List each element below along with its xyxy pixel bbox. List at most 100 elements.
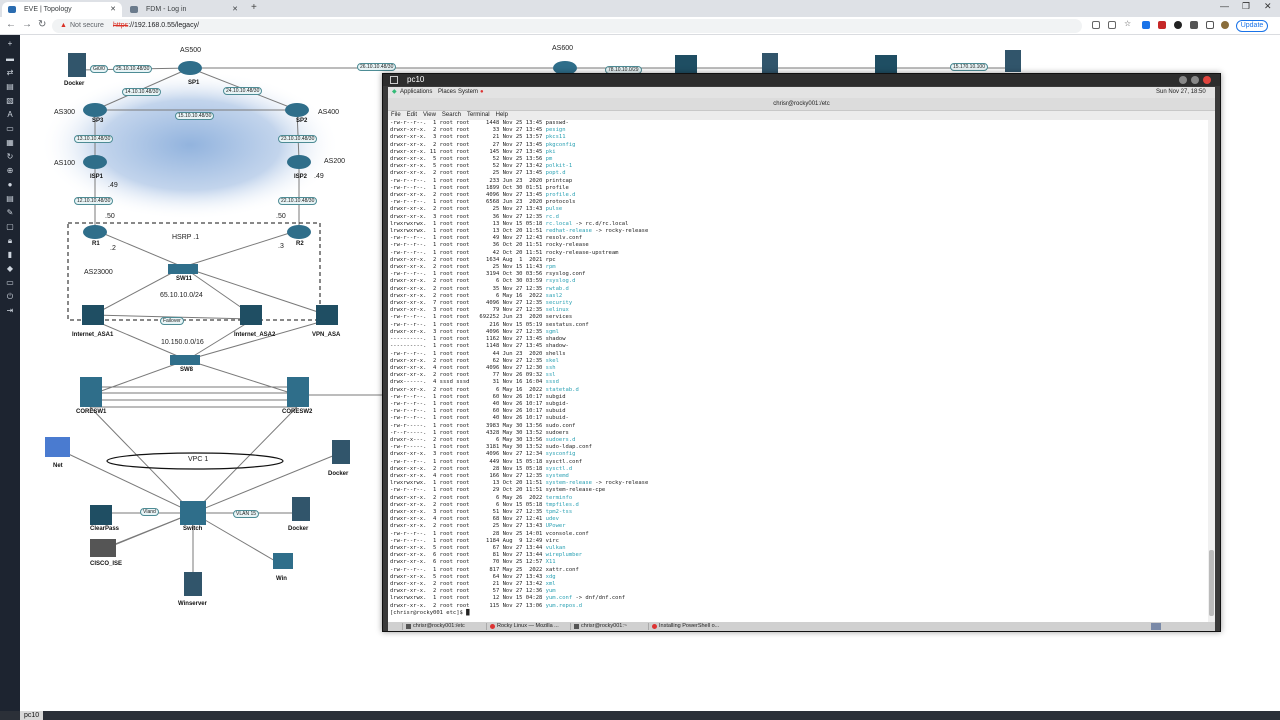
- firefox-launcher-icon[interactable]: ●: [480, 87, 484, 98]
- new-tab-icon[interactable]: +: [251, 2, 257, 13]
- logout-icon[interactable]: ⇥: [5, 306, 15, 315]
- close-window-icon[interactable]: ✕: [1264, 1, 1272, 12]
- menu-file[interactable]: File: [391, 112, 401, 118]
- node-label[interactable]: CORESW2: [282, 409, 312, 415]
- back-icon[interactable]: ←: [6, 19, 16, 30]
- node-label[interactable]: CISCO_ISE: [90, 561, 122, 567]
- update-button[interactable]: Update: [1236, 20, 1268, 32]
- terminal-line: lrwxrwxrwx. 1 root root 13 Nov 15 05:18 …: [390, 221, 1208, 228]
- maximize-icon[interactable]: ❐: [1242, 1, 1250, 12]
- terminal-scrollbar[interactable]: [1208, 120, 1215, 622]
- taskbar-item[interactable]: chrisr@rocky001:/etc: [402, 623, 486, 630]
- terminal-titlebar[interactable]: chrisr@rocky001:/etc: [388, 98, 1215, 111]
- node-label[interactable]: Switch: [183, 526, 202, 532]
- nodes-icon[interactable]: ▬: [5, 54, 15, 63]
- add-object-icon[interactable]: +: [5, 39, 15, 48]
- close-icon[interactable]: [1203, 76, 1211, 84]
- taskbar-item[interactable]: Rocky Linux — Mozilla ...: [486, 623, 570, 630]
- node-label[interactable]: ISP1: [90, 174, 103, 180]
- menu-applications[interactable]: Applications: [400, 87, 432, 98]
- address-bar[interactable]: ▲ Not secure https://192.168.0.55/legacy…: [52, 19, 1082, 33]
- node-label[interactable]: Internet_ASA2: [234, 332, 275, 338]
- node-label[interactable]: Internet_ASA1: [72, 332, 113, 338]
- workspace-switcher-icon[interactable]: [1151, 623, 1161, 630]
- menu-help[interactable]: Help: [496, 112, 508, 118]
- vnc-titlebar[interactable]: pc10: [383, 74, 1220, 86]
- node-label[interactable]: Docker: [64, 81, 84, 87]
- node-label[interactable]: SP3: [92, 118, 103, 124]
- node-label[interactable]: R2: [296, 241, 304, 247]
- file-name: security: [545, 300, 573, 307]
- side-panel-icon[interactable]: [1206, 21, 1214, 29]
- share-icon[interactable]: [1108, 21, 1116, 29]
- status-icon[interactable]: ●: [5, 180, 15, 189]
- node-label[interactable]: Docker: [328, 471, 348, 477]
- security-status[interactable]: Not secure: [70, 19, 104, 33]
- node-label[interactable]: SP1: [188, 80, 199, 86]
- url-text[interactable]: https://192.168.0.55/legacy/: [113, 19, 199, 33]
- node-label[interactable]: SW11: [176, 276, 192, 282]
- warning-icon[interactable]: ▲: [60, 19, 67, 33]
- node-label[interactable]: ISP2: [294, 174, 307, 180]
- node-label[interactable]: CORESW1: [76, 409, 106, 415]
- lock-icon[interactable]: 🔒︎: [5, 236, 15, 245]
- extension-icon[interactable]: [1174, 21, 1182, 29]
- profile-avatar[interactable]: [1221, 21, 1229, 29]
- node-label[interactable]: Docker: [288, 526, 308, 532]
- refresh-topology-icon[interactable]: ↻: [5, 152, 15, 161]
- taskbar-item[interactable]: Installing PowerShell o...: [648, 623, 740, 630]
- zoom-icon[interactable]: ⊕: [5, 166, 15, 175]
- node-label[interactable]: Winserver: [178, 601, 207, 607]
- node-label[interactable]: SP2: [296, 118, 307, 124]
- menu-view[interactable]: View: [423, 112, 436, 118]
- taskbar-item[interactable]: chrisr@rocky001:~: [570, 623, 648, 630]
- tab-fdm-login[interactable]: FDM - Log in ✕: [124, 2, 244, 17]
- bookmark-star-icon[interactable]: ☆: [1124, 20, 1132, 28]
- terminal-output[interactable]: -rw-r--r--. 1 root root 1448 Nov 25 13:4…: [388, 120, 1208, 622]
- menu-terminal[interactable]: Terminal: [467, 112, 490, 118]
- tab-eve-topology[interactable]: EVE | Topology ✕: [2, 2, 122, 17]
- minimize-icon[interactable]: [1179, 76, 1187, 84]
- power-icon[interactable]: ⏻: [5, 292, 15, 301]
- startup-configs-icon[interactable]: ▤: [5, 82, 15, 91]
- file-meta: -rw-r--r--. 1 root root 1184 Aug 9 12:49: [390, 537, 546, 544]
- menu-places[interactable]: Places: [438, 87, 456, 98]
- logical-maps-icon[interactable]: ▧: [5, 96, 15, 105]
- text-icon[interactable]: ▮: [5, 250, 15, 259]
- monitor-icon[interactable]: ▭: [5, 278, 15, 287]
- maximize-icon[interactable]: [1191, 76, 1199, 84]
- menu-system[interactable]: System: [458, 87, 478, 98]
- extension-icon[interactable]: [1142, 21, 1150, 29]
- minimize-icon[interactable]: —: [1220, 1, 1229, 11]
- menu-edit[interactable]: Edit: [407, 112, 417, 118]
- clock[interactable]: Sun Nov 27, 18:50: [1156, 87, 1206, 98]
- node-label[interactable]: Win: [276, 576, 287, 582]
- more-actions-icon[interactable]: ▭: [5, 124, 15, 133]
- networks-icon[interactable]: ⇄: [5, 68, 15, 77]
- freeze-icon[interactable]: ✎: [5, 208, 15, 217]
- close-tab-icon[interactable]: ✕: [110, 2, 116, 17]
- forward-icon[interactable]: →: [22, 19, 32, 30]
- tag-icon[interactable]: ◆: [5, 264, 15, 273]
- configured-objects-icon[interactable]: A: [5, 110, 15, 119]
- console-tab-pc10[interactable]: pc10: [20, 711, 44, 720]
- file-meta: -rw-r--r--. 1 root root 40 Nov 26 10:17: [390, 400, 546, 407]
- node-label[interactable]: R1: [92, 241, 100, 247]
- extensions-puzzle-icon[interactable]: [1190, 21, 1198, 29]
- shell-prompt[interactable]: [chrisr@rocky001 etc]$ █: [390, 610, 1208, 617]
- extension-icon[interactable]: [1158, 21, 1166, 29]
- vnc-window[interactable]: pc10 ◆ Applications Places System ● Sun …: [382, 73, 1221, 632]
- close-tab-icon[interactable]: ✕: [232, 2, 238, 17]
- lab-details-icon[interactable]: ▤: [5, 194, 15, 203]
- node-label[interactable]: ClearPass: [90, 526, 119, 532]
- node-label[interactable]: SW8: [180, 367, 193, 373]
- reload-icon[interactable]: ↻: [38, 19, 46, 30]
- cast-icon[interactable]: [1092, 21, 1100, 29]
- node-label[interactable]: Net: [53, 463, 63, 469]
- scrollbar-thumb[interactable]: [1209, 550, 1214, 616]
- node-label[interactable]: VPN_ASA: [312, 332, 340, 338]
- menu-search[interactable]: Search: [442, 112, 461, 118]
- chat-icon[interactable]: ▢: [5, 222, 15, 231]
- grid-icon[interactable]: ▦: [5, 138, 15, 147]
- file-meta: drwxr-xr-x. 3 root root 36 Nov 27 12:35: [390, 213, 546, 220]
